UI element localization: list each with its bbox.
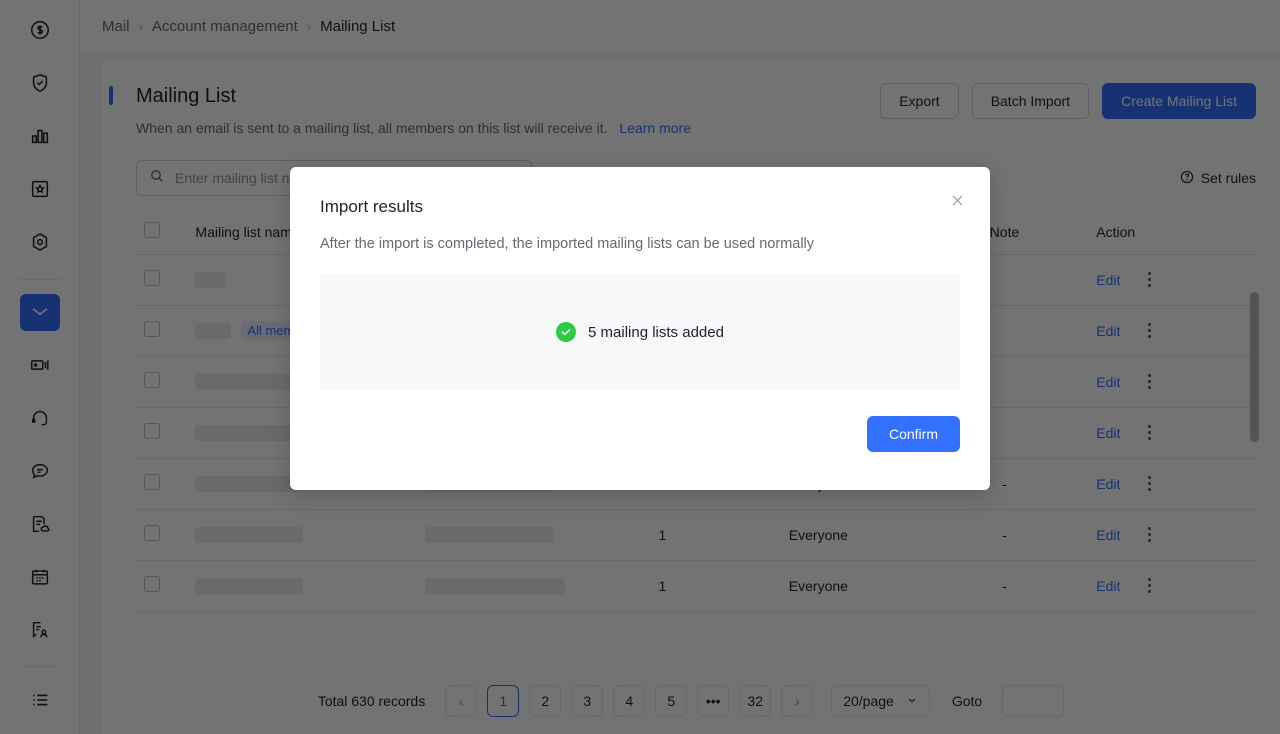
- success-check-icon: [556, 322, 576, 342]
- dialog-footer: Confirm: [320, 416, 960, 452]
- import-result-panel: 5 mailing lists added: [320, 274, 960, 390]
- modal-overlay[interactable]: Import results After the import is compl…: [0, 0, 1280, 734]
- dialog-title: Import results: [320, 195, 960, 219]
- app-root: Mail › Account management › Mailing List…: [0, 0, 1280, 734]
- import-result-text: 5 mailing lists added: [588, 324, 724, 341]
- close-icon[interactable]: [946, 189, 968, 211]
- confirm-button[interactable]: Confirm: [867, 416, 960, 452]
- dialog-subtitle: After the import is completed, the impor…: [320, 234, 960, 254]
- import-results-dialog: Import results After the import is compl…: [290, 167, 990, 490]
